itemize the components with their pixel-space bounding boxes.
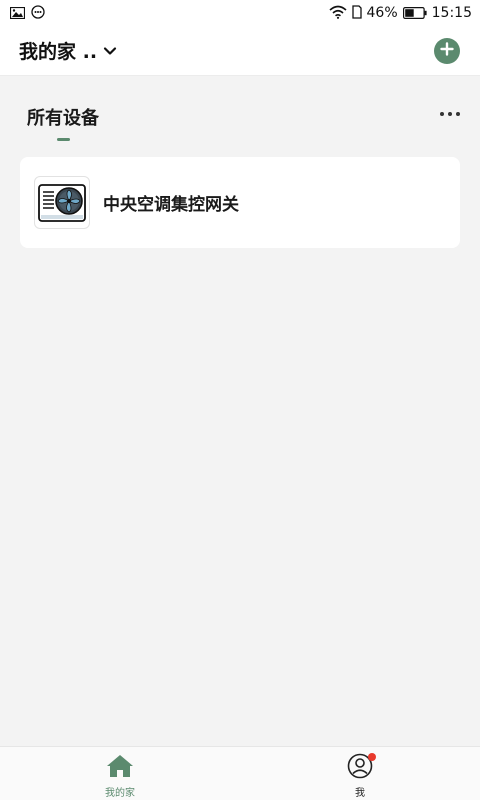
nav-me[interactable]: 我 — [240, 747, 480, 800]
device-name: 中央空调集控网关 — [103, 195, 239, 215]
more-dots-icon — [456, 112, 460, 116]
nav-home[interactable]: 我的家 — [0, 747, 240, 800]
chevron-down-icon — [103, 41, 117, 60]
tab-indicator — [56, 138, 70, 141]
more-options-button[interactable] — [440, 88, 460, 116]
user-profile-icon — [346, 753, 376, 779]
nav-home-label: 我的家 — [105, 788, 135, 799]
nav-me-label: 我 — [355, 788, 365, 799]
device-section-header: 所有设备 — [0, 88, 480, 141]
device-card[interactable]: 中央空调集控网关 — [20, 157, 460, 248]
image-icon — [9, 4, 26, 23]
home-icon — [106, 753, 134, 779]
status-bar: 46% 15:15 — [0, 0, 480, 26]
wifi-icon — [328, 4, 347, 23]
ac-unit-fan-icon — [34, 176, 90, 229]
tab-all-devices[interactable]: 所有设备 — [27, 88, 99, 141]
top-header: 我的家 .. — [0, 26, 480, 76]
tab-label: 所有设备 — [27, 108, 99, 129]
status-right: 46% 15:15 — [328, 4, 472, 23]
message-icon — [31, 4, 45, 23]
add-device-button[interactable] — [434, 37, 460, 64]
bottom-nav: 我的家 我 — [0, 746, 480, 800]
home-selector[interactable]: 我的家 .. — [19, 37, 117, 64]
clock: 15:15 — [431, 5, 472, 21]
sim-icon — [351, 4, 362, 23]
more-dots-icon — [448, 112, 452, 116]
status-left — [9, 4, 45, 23]
more-dots-icon — [440, 112, 444, 116]
plus-circle-icon — [440, 41, 454, 60]
battery-icon — [402, 4, 427, 23]
battery-percent: 46% — [366, 5, 398, 21]
notification-badge — [368, 753, 376, 761]
home-title: 我的家 .. — [19, 41, 98, 63]
